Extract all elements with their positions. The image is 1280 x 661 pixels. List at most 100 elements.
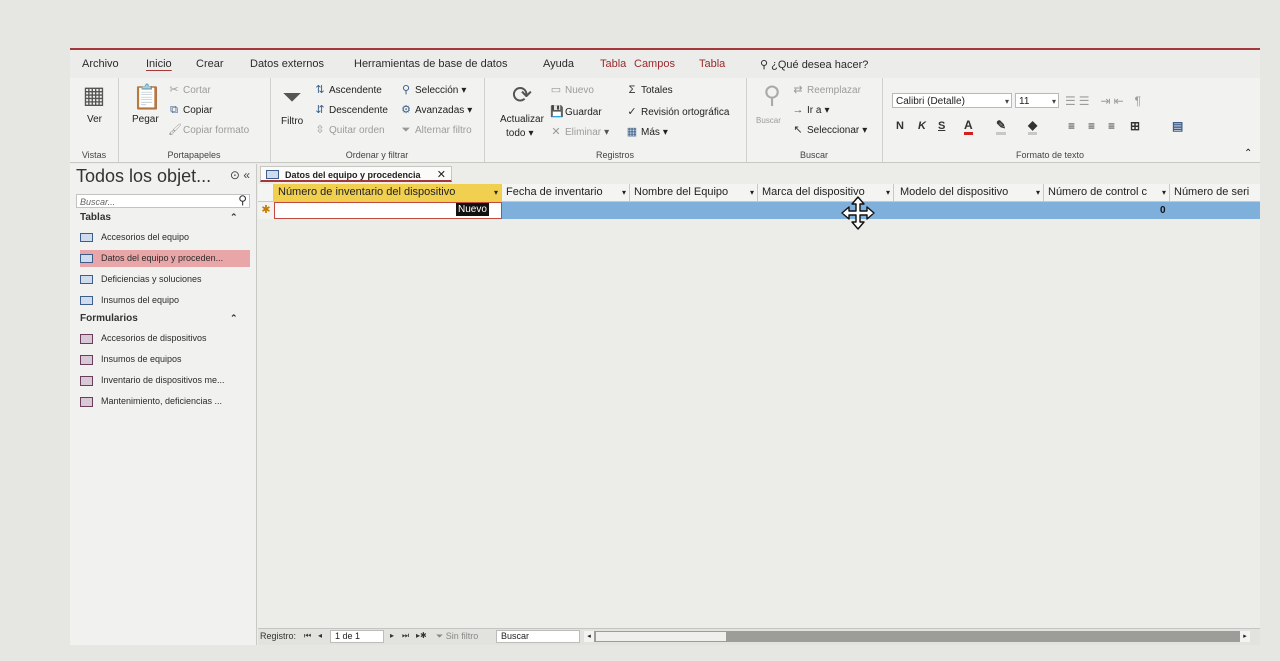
collapse-pane-icon[interactable]: « — [243, 168, 250, 182]
scroll-right-icon[interactable]: ▸ — [1240, 631, 1250, 642]
totals-button[interactable]: Σ Totales — [626, 84, 673, 96]
new-record-star-icon[interactable]: ✱ — [258, 202, 274, 219]
group-label: Portapapeles — [167, 150, 221, 160]
document-tab[interactable]: Datos del equipo y procedencia ✕ — [260, 166, 452, 182]
selection-button[interactable]: ⚲ Selección ▾ — [400, 84, 466, 96]
tab-tabla[interactable]: Tabla — [699, 58, 725, 70]
chevron-down-icon[interactable]: ▾ — [1036, 184, 1040, 201]
chevron-down-icon[interactable]: ▾ — [750, 184, 754, 201]
nav-table-accesorios[interactable]: Accesorios del equipo — [80, 229, 250, 246]
align-right-icon[interactable]: ≡ — [1108, 119, 1115, 133]
column-header[interactable]: Número de inventario del dispositivo ▾ — [274, 184, 502, 201]
control-number-default[interactable]: 0 — [1160, 202, 1166, 219]
chevron-down-icon[interactable]: ▾ — [886, 184, 890, 201]
nav-form-inventario[interactable]: Inventario de dispositivos me... — [80, 372, 250, 389]
tab-herramientas[interactable]: Herramientas de base de datos — [354, 58, 507, 70]
align-center-icon[interactable]: ≡ — [1088, 119, 1095, 133]
new-record-row[interactable]: ✱ Nuevo 0 — [258, 202, 1260, 219]
font-color-icon[interactable]: A — [964, 118, 973, 135]
form-icon — [80, 354, 93, 365]
tab-crear[interactable]: Crear — [196, 58, 224, 70]
nav-table-deficiencias[interactable]: Deficiencias y soluciones — [80, 271, 250, 288]
group-label: Buscar — [799, 150, 828, 160]
new-record-button[interactable]: ▭ Nuevo — [550, 84, 594, 96]
italic-button[interactable]: K — [918, 120, 926, 132]
column-header[interactable]: Número de seri — [1170, 184, 1260, 201]
nav-section-tablas[interactable]: Tablas ⌃ — [80, 212, 238, 223]
nav-form-mantenimiento[interactable]: Mantenimiento, deficiencias ... — [80, 393, 250, 410]
horizontal-scrollbar[interactable]: ◂ ▸ — [584, 631, 1250, 642]
tab-datos-externos[interactable]: Datos externos — [250, 58, 324, 70]
column-header[interactable]: Modelo del dispositivo ▾ — [894, 184, 1044, 201]
todo-label: todo — [506, 128, 526, 139]
nav-search-input[interactable]: Buscar... ⚲ — [76, 193, 250, 208]
filter-button[interactable]: Filtro — [281, 116, 303, 127]
replace-button[interactable]: ⇄ Reemplazar — [792, 84, 861, 96]
previous-record-icon[interactable]: ◂ — [318, 631, 322, 640]
clear-sort-button[interactable]: ⇳ Quitar orden — [314, 124, 384, 136]
font-family-select[interactable]: Calibri (Detalle) ▾ — [892, 93, 1012, 108]
tab-inicio[interactable]: Inicio — [146, 58, 172, 70]
record-search-input[interactable]: Buscar — [496, 630, 580, 643]
view-button[interactable]: Ver — [87, 114, 102, 125]
nav-title[interactable]: Todos los objet... — [76, 166, 211, 187]
current-record-field[interactable]: 1 de 1 — [330, 630, 384, 643]
column-header[interactable]: Nombre del Equipo ▾ — [630, 184, 758, 201]
goto-button[interactable]: → Ir a ▾ — [792, 104, 830, 116]
tell-me-search[interactable]: ⚲ ¿Qué desea hacer? — [760, 58, 868, 71]
first-record-icon[interactable]: ⏮ — [304, 631, 311, 641]
nav-menu-icon[interactable]: ⊙ — [230, 168, 240, 182]
bold-button[interactable]: N — [896, 120, 904, 132]
chevron-down-icon: ▾ — [862, 124, 868, 136]
chevron-down-icon[interactable]: ▾ — [622, 184, 626, 201]
tab-tabla-context[interactable]: Tabla — [600, 58, 626, 70]
fill-color-icon[interactable]: ◆ — [1028, 118, 1038, 135]
scroll-left-icon[interactable]: ◂ — [584, 631, 594, 642]
column-header[interactable]: Fecha de inventario ▾ — [502, 184, 630, 201]
ribbon-tab-bar: Archivo Inicio Crear Datos externos Herr… — [70, 54, 1260, 76]
sort-descending-button[interactable]: ⇵ Descendente — [314, 104, 388, 116]
nav-form-insumos[interactable]: Insumos de equipos — [80, 351, 250, 368]
chevron-down-icon[interactable]: ▾ — [494, 184, 498, 201]
advanced-button[interactable]: ⚙ Avanzadas ▾ — [400, 104, 472, 116]
refresh-all-sub[interactable]: todo ▾ — [506, 128, 534, 139]
nav-form-accesorios[interactable]: Accesorios de dispositivos — [80, 330, 250, 347]
delete-button[interactable]: ✕ Eliminar ▾ — [550, 126, 609, 138]
paste-button[interactable]: Pegar — [132, 114, 159, 125]
gridlines-icon[interactable]: ⊞ — [1130, 119, 1140, 133]
alternate-row-color-icon[interactable]: ▤ — [1172, 119, 1183, 133]
spelling-button[interactable]: ✓ Revisión ortográfica — [626, 106, 729, 118]
select-button[interactable]: ↖ Seleccionar ▾ — [792, 124, 867, 136]
chevron-down-icon[interactable]: ▾ — [1162, 184, 1166, 201]
tab-campos[interactable]: Campos — [634, 58, 675, 70]
more-button[interactable]: ▦ Más ▾ — [626, 126, 668, 138]
find-button[interactable]: Buscar — [756, 116, 781, 125]
toggle-filter-button[interactable]: ⏷ Alternar filtro — [400, 124, 472, 136]
collapse-ribbon-icon[interactable]: ⌃ — [1244, 148, 1252, 159]
sort-ascending-button[interactable]: ⇅ Ascendente — [314, 84, 381, 96]
align-left-icon[interactable]: ≡ — [1068, 119, 1075, 133]
column-header[interactable]: Número de control c ▾ — [1044, 184, 1170, 201]
tab-archivo[interactable]: Archivo — [82, 58, 119, 70]
new-record-nav-icon[interactable]: ▸✱ — [416, 631, 427, 640]
select-all-cell[interactable] — [258, 184, 274, 201]
highlight-icon[interactable]: ✎ — [996, 118, 1007, 135]
save-button[interactable]: 💾 Guardar — [550, 106, 602, 118]
nav-table-datos-equipo[interactable]: Datos del equipo y proceden... — [80, 250, 250, 267]
refresh-all-button[interactable]: Actualizar — [500, 114, 544, 125]
close-icon[interactable]: ✕ — [437, 167, 446, 183]
last-record-icon[interactable]: ⏭ — [402, 631, 409, 641]
nav-section-formularios[interactable]: Formularios ⌃ — [80, 313, 238, 324]
font-size: 11 — [1019, 96, 1030, 107]
next-record-icon[interactable]: ▸ — [390, 631, 394, 640]
list-buttons[interactable]: ☰ ☰ ⇥ ⇤ ¶ — [1065, 94, 1141, 108]
underline-button[interactable]: S — [938, 120, 945, 132]
nav-table-insumos[interactable]: Insumos del equipo — [80, 292, 250, 309]
copy-button[interactable]: ⧉ Copiar — [168, 104, 212, 116]
no-filter-indicator[interactable]: ⏷ Sin filtro — [436, 631, 478, 642]
font-size-select[interactable]: 11 ▾ — [1015, 93, 1059, 108]
scrollbar-thumb[interactable] — [596, 632, 726, 641]
cut-button[interactable]: ✂ Cortar — [168, 84, 210, 96]
tab-ayuda[interactable]: Ayuda — [543, 58, 574, 70]
format-painter-button[interactable]: 🖌 Copiar formato — [168, 124, 249, 136]
